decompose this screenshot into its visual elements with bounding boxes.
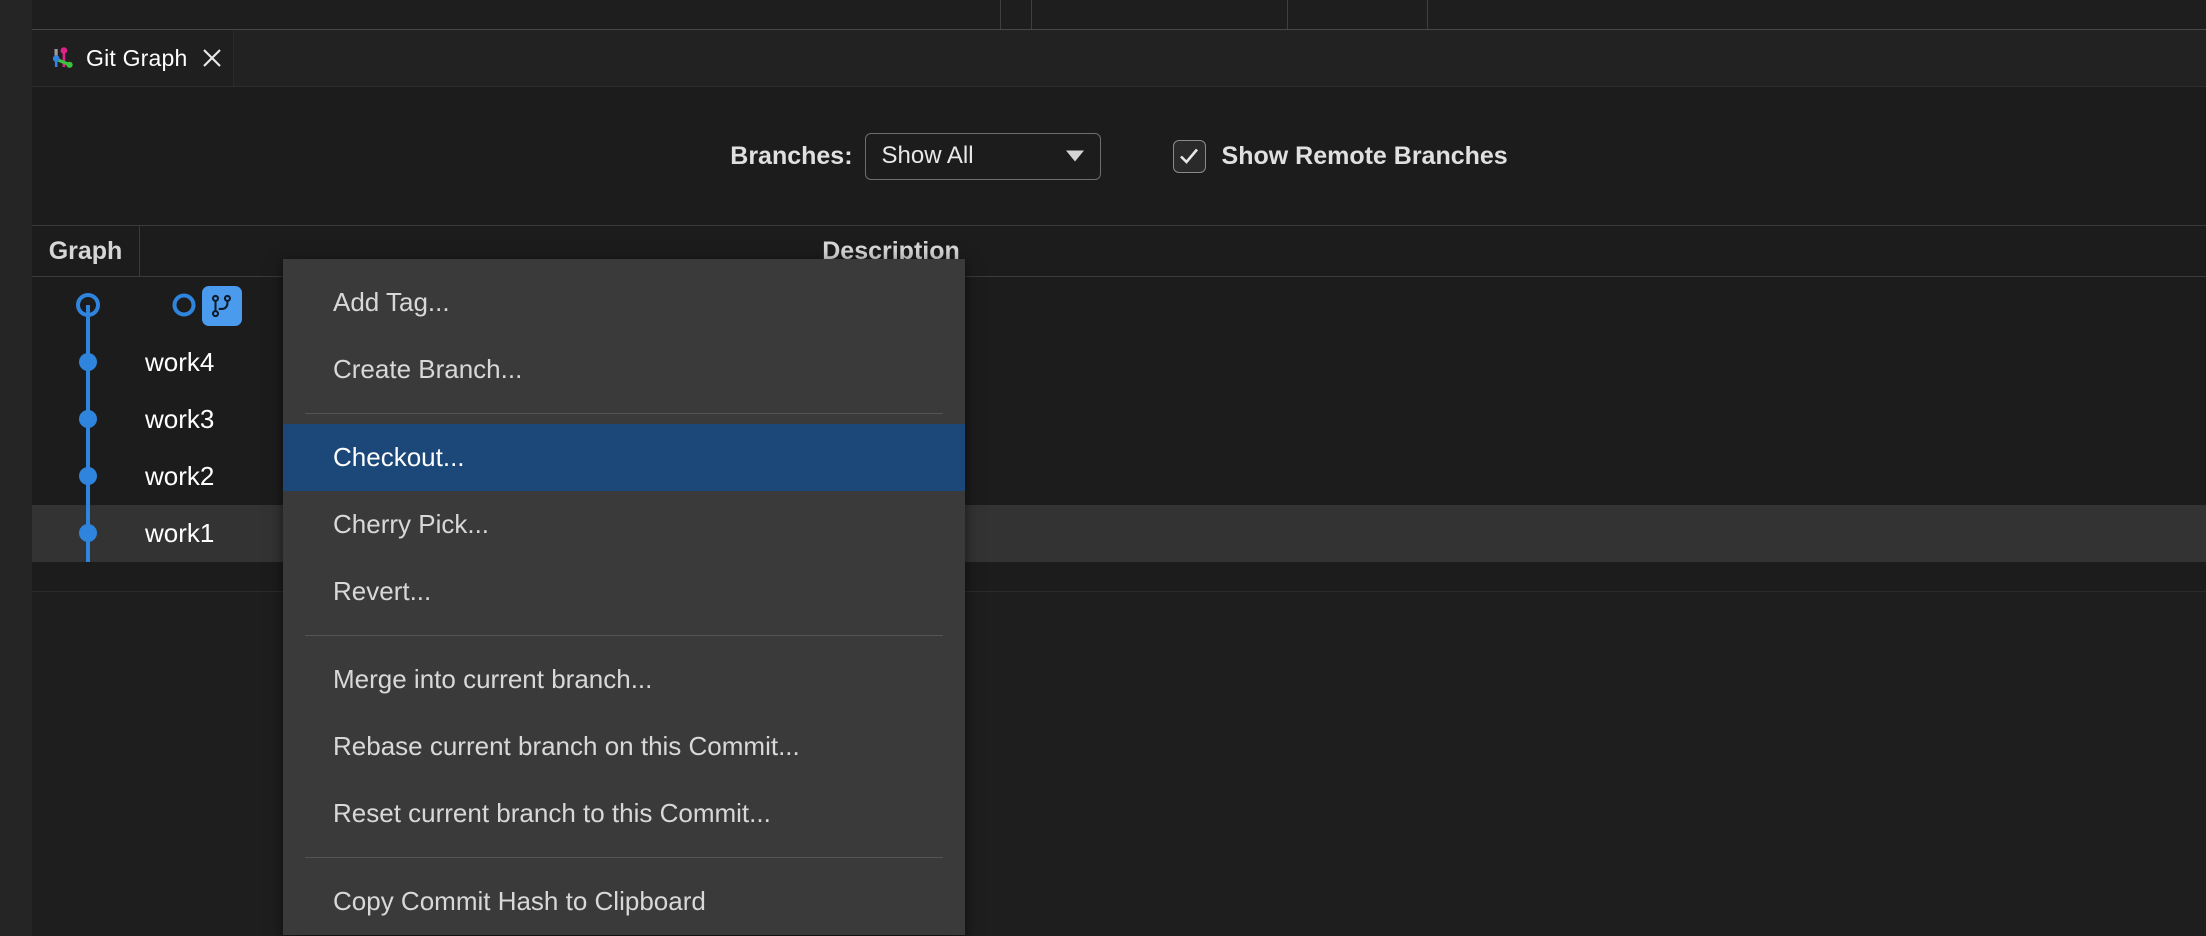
git-graph-icon [48,44,76,72]
commit-label: work3 [145,391,214,448]
controls-bar: Branches: Show All Show Remote Branches [32,87,2206,225]
top-strip-divider-3 [1287,0,1288,29]
branches-label: Branches: [730,142,852,171]
context-menu-item-rebase-current-branch[interactable]: Rebase current branch on this Commit... [283,713,965,780]
tab-title: Git Graph [86,45,188,72]
context-menu-item-copy-commit-hash[interactable]: Copy Commit Hash to Clipboard [283,868,965,935]
close-icon[interactable] [198,44,226,72]
context-menu-item-add-tag[interactable]: Add Tag... [283,269,965,336]
tab-bar: Git Graph [32,30,2206,86]
context-menu-item-create-branch[interactable]: Create Branch... [283,336,965,403]
branches-select-value: Show All [882,142,974,170]
tab-bar-empty-area [234,30,2206,86]
branches-select[interactable]: Show All [865,133,1101,180]
commit-label: work2 [145,448,214,505]
top-strip-divider-4 [1427,0,1428,29]
git-graph-window: Git Graph Branches: Show All [0,0,2206,936]
show-remote-branches-label: Show Remote Branches [1222,142,1508,171]
show-remote-branches-control[interactable]: Show Remote Branches [1173,140,1508,173]
context-menu-separator [305,413,943,414]
column-header-graph[interactable]: Graph [32,226,140,276]
context-menu-item-reset-current-branch[interactable]: Reset current branch to this Commit... [283,780,965,847]
context-menu-item-checkout[interactable]: Checkout... [283,424,965,491]
left-gutter [0,30,32,936]
branch-ref-badge[interactable] [202,286,242,326]
editor-top-strip [0,0,2206,30]
show-remote-branches-checkbox[interactable] [1173,140,1206,173]
chevron-down-icon [1066,151,1084,162]
branches-control: Branches: Show All [730,133,1100,180]
context-menu-item-revert[interactable]: Revert... [283,558,965,625]
top-strip-gutter [0,0,32,30]
commit-context-menu: Add Tag... Create Branch... Checkout... … [283,259,965,935]
commit-label: work4 [145,334,214,391]
top-strip-body [32,0,2206,29]
context-menu-item-cherry-pick[interactable]: Cherry Pick... [283,491,965,558]
git-branch-icon [209,293,235,319]
commit-label: work1 [145,505,214,562]
context-menu-item-merge-into-current-branch[interactable]: Merge into current branch... [283,646,965,713]
top-strip-divider-2 [1031,0,1032,29]
context-menu-separator [305,857,943,858]
top-strip-divider-1 [1000,0,1001,29]
context-menu-separator [305,635,943,636]
tab-git-graph[interactable]: Git Graph [32,30,234,86]
